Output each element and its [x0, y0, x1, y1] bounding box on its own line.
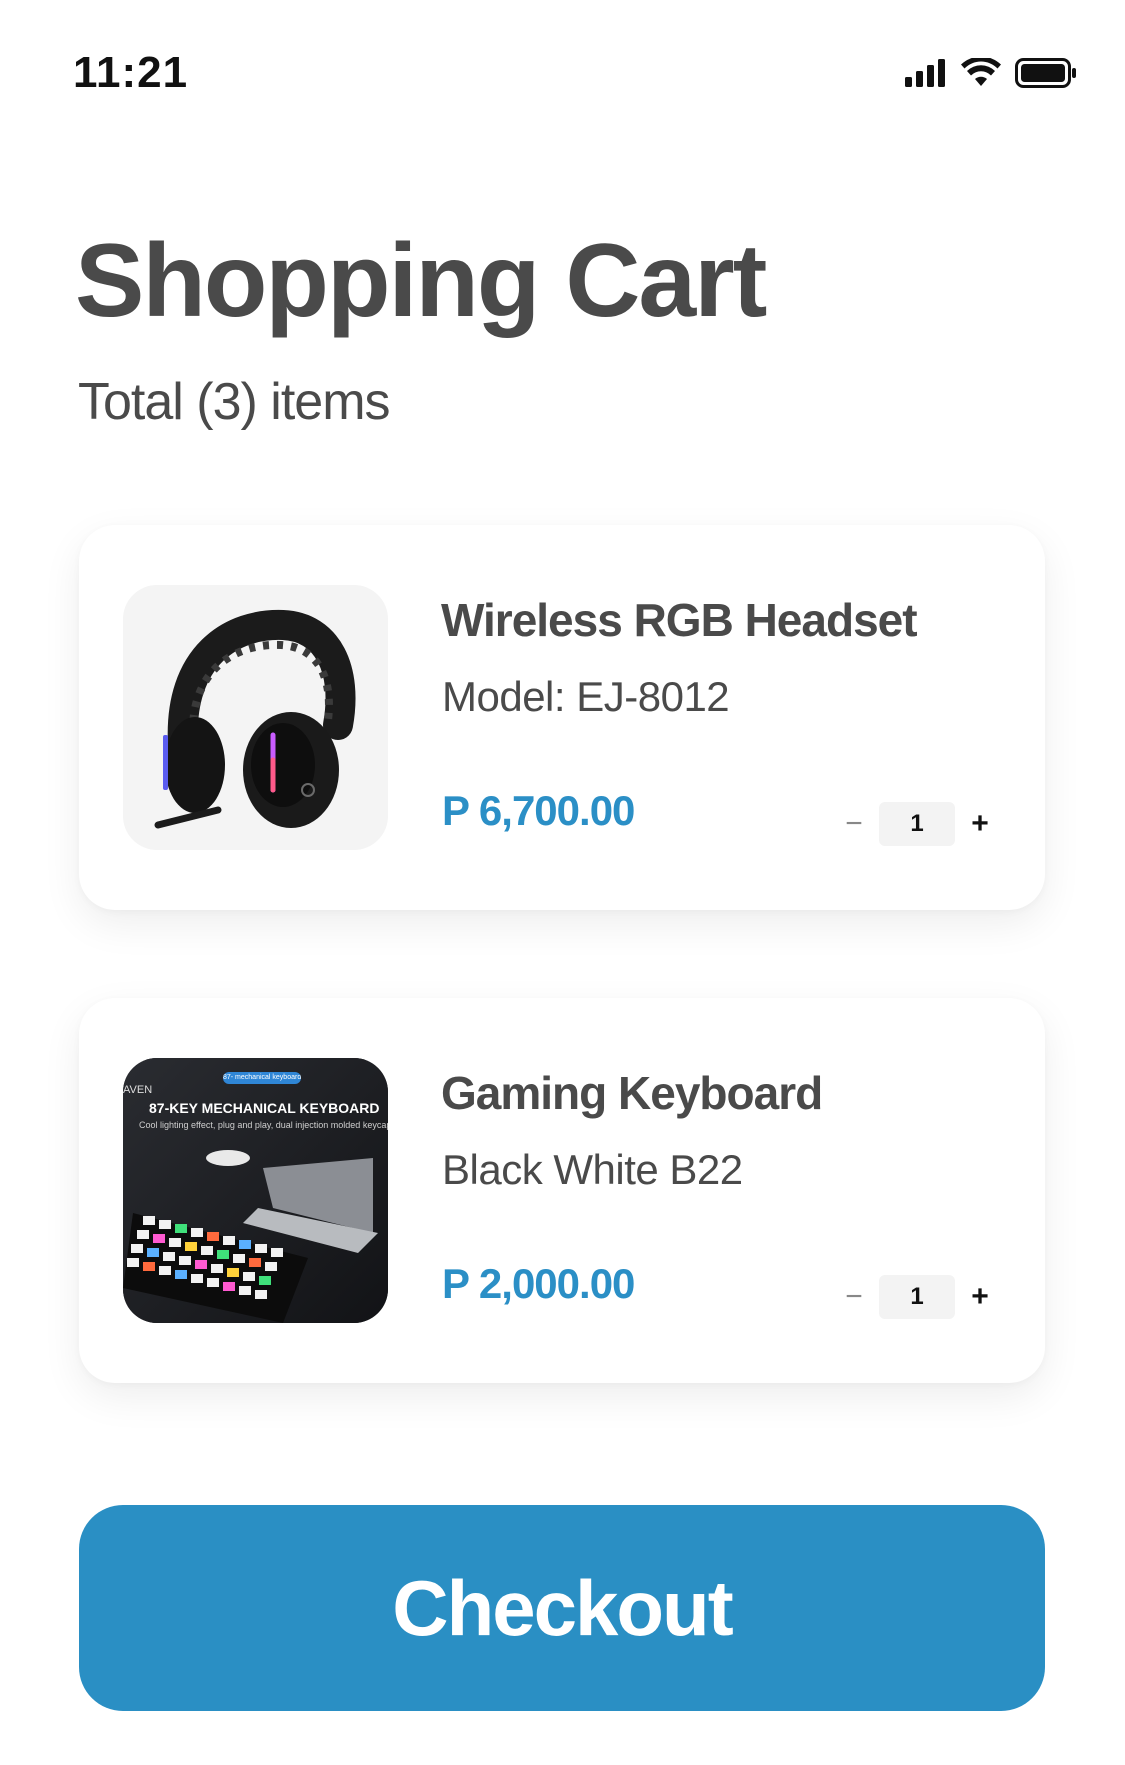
keyboard-image-headline: 87-KEY MECHANICAL KEYBOARD	[149, 1100, 380, 1116]
checkout-button[interactable]: Checkout	[79, 1505, 1045, 1711]
wifi-icon	[961, 56, 1001, 93]
status-icons	[905, 56, 1077, 93]
cart-item-card[interactable]: Wireless RGB Headset Model: EJ-8012 P 6,…	[79, 525, 1045, 910]
cellular-signal-icon	[905, 59, 947, 92]
cart-item-count: Total (3) items	[78, 373, 391, 431]
item-variant: Model: EJ-8012	[442, 673, 730, 720]
quantity-stepper: − 1 +	[833, 802, 1001, 846]
page-title: Shopping Cart	[75, 223, 767, 339]
status-bar: 11:21	[0, 0, 1125, 150]
item-name: Wireless RGB Headset	[441, 594, 918, 646]
quantity-value[interactable]: 1	[879, 802, 955, 846]
decrease-quantity-button[interactable]: −	[833, 1275, 875, 1319]
quantity-value[interactable]: 1	[879, 1275, 955, 1319]
cart-item-card[interactable]: 87- mechanical keyboard AVEN 87-KEY MECH…	[79, 998, 1045, 1383]
quantity-stepper: − 1 +	[833, 1275, 1001, 1319]
item-name: Gaming Keyboard	[441, 1067, 823, 1119]
item-variant: Black White B22	[442, 1146, 743, 1193]
item-price: P 2,000.00	[442, 1260, 635, 1307]
status-time: 11:21	[73, 48, 189, 97]
keyboard-image-subline: Cool lighting effect, plug and play, dua…	[139, 1120, 388, 1130]
keyboard-image: 87- mechanical keyboard AVEN 87-KEY MECH…	[123, 1058, 388, 1323]
increase-quantity-button[interactable]: +	[959, 802, 1001, 846]
headset-image	[123, 585, 388, 850]
item-price: P 6,700.00	[442, 787, 635, 834]
increase-quantity-button[interactable]: +	[959, 1275, 1001, 1319]
decrease-quantity-button[interactable]: −	[833, 802, 875, 846]
battery-icon	[1015, 58, 1077, 93]
keyboard-image-pill: 87- mechanical keyboard	[223, 1072, 301, 1084]
keyboard-image-brand: AVEN	[123, 1084, 153, 1096]
